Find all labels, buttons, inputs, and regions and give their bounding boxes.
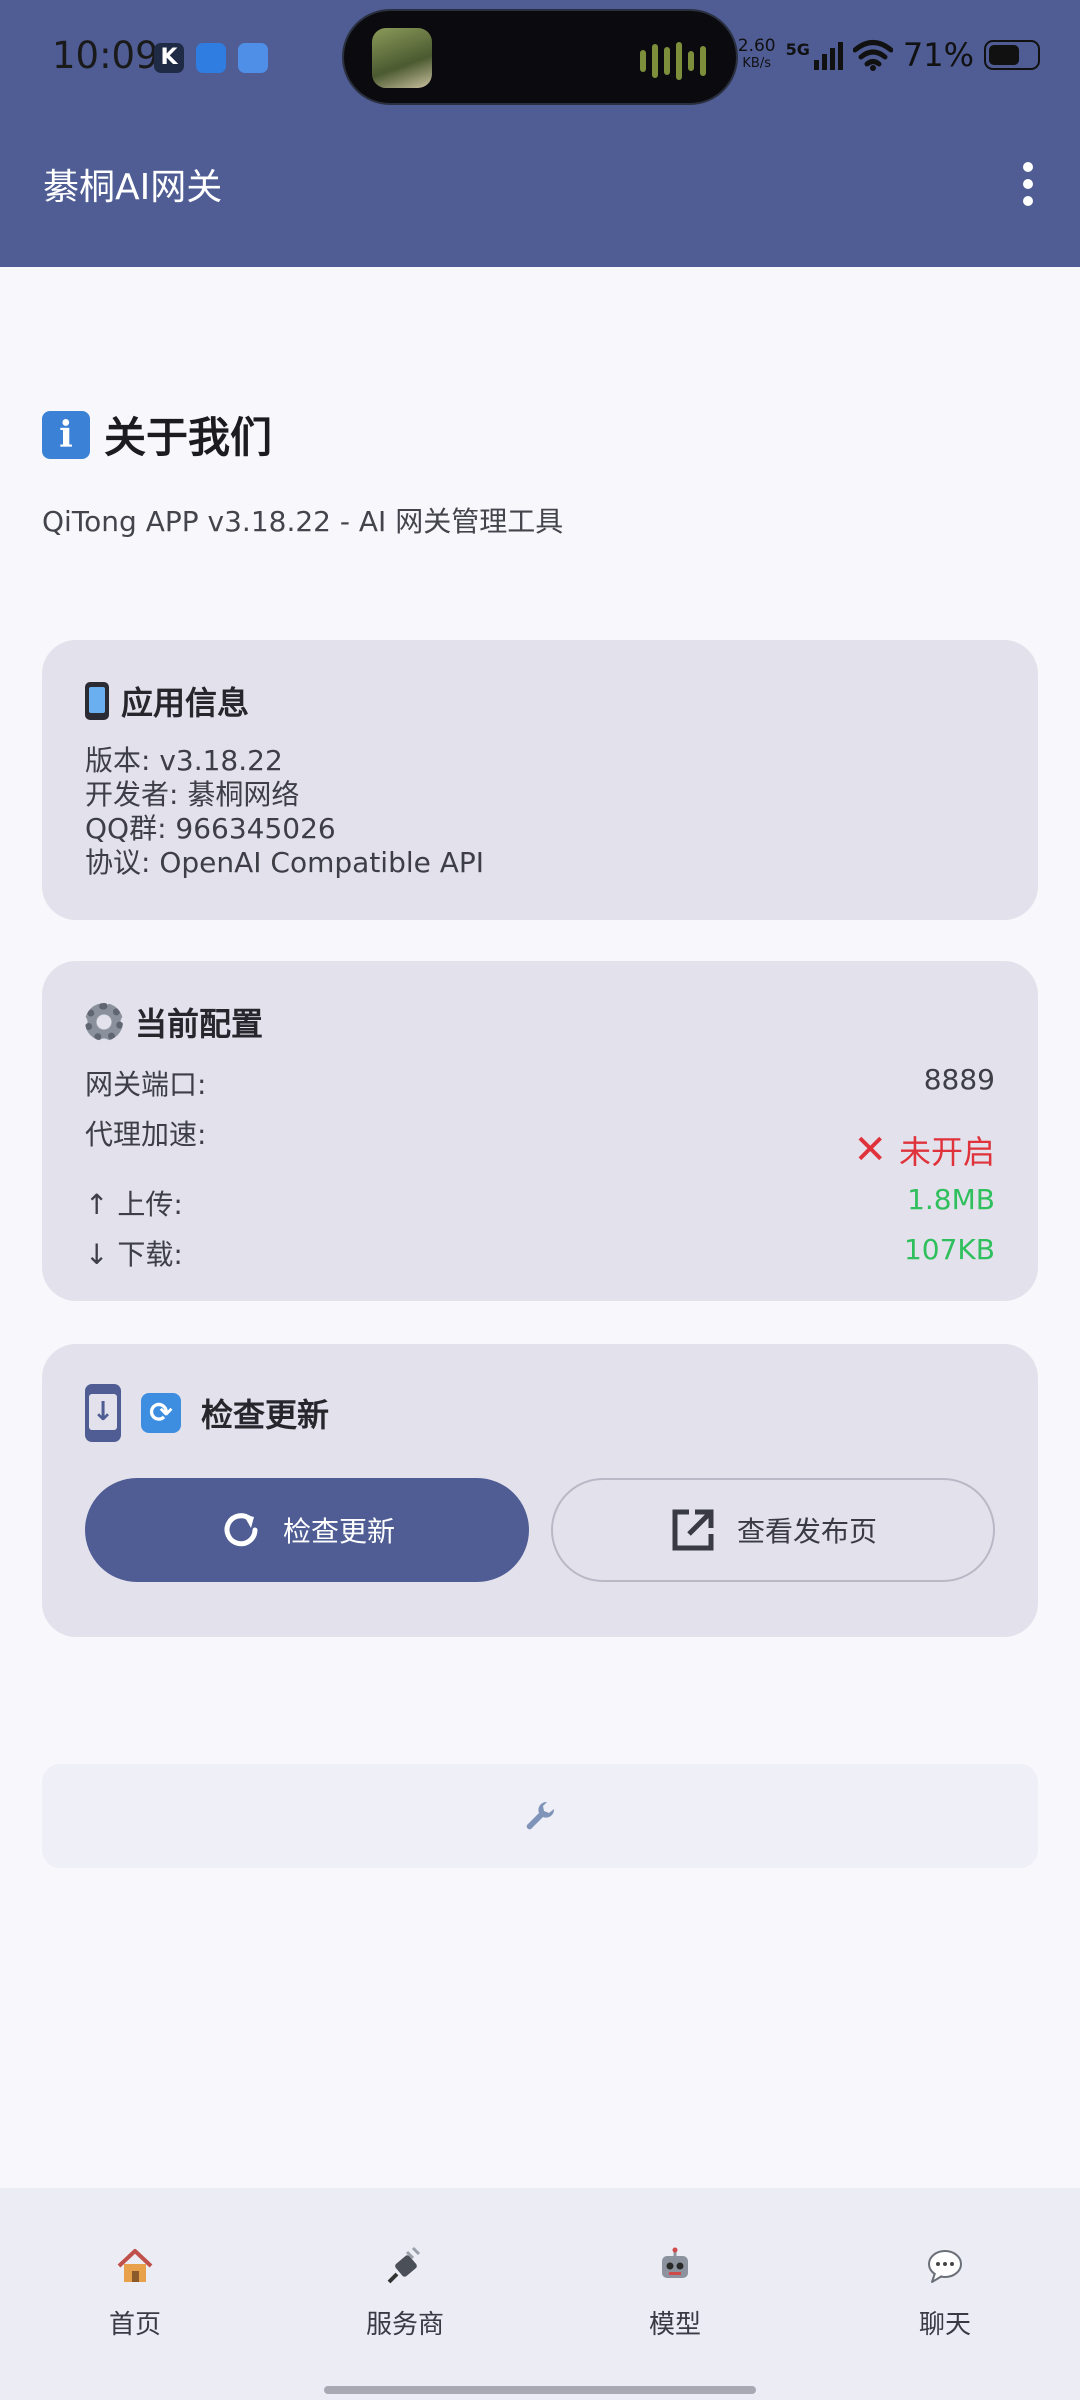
protocol-line: 协议: OpenAI Compatible API	[85, 846, 485, 879]
nav-chat[interactable]: 聊天	[810, 2188, 1080, 2400]
check-update-button[interactable]: 检查更新	[85, 1478, 529, 1582]
status-indicators: 2.60 KB/s 5G 71%	[738, 36, 1040, 74]
audio-wave-icon	[640, 41, 706, 81]
nav-providers-label: 服务商	[365, 2310, 444, 2340]
gateway-port-value: 8889	[923, 1063, 995, 1096]
current-config-card: 当前配置 网关端口: 8889 代理加速: ✕ 未开启 ↑ 上传: 1.8MB …	[42, 961, 1038, 1301]
more-options-icon[interactable]	[1016, 162, 1040, 206]
about-heading: i 关于我们	[42, 404, 272, 465]
app-info-title: 应用信息	[85, 678, 995, 724]
download-row: ↓ 下载: 107KB	[85, 1233, 995, 1273]
network-type: 5G	[785, 40, 810, 59]
robot-icon	[662, 2247, 688, 2278]
refresh-emoji-icon: ⟳	[141, 1393, 181, 1433]
download-value: 107KB	[903, 1233, 995, 1266]
nav-models-label: 模型	[648, 2310, 701, 2340]
nav-models[interactable]: 模型	[540, 2188, 810, 2400]
gateway-port-label: 网关端口:	[85, 1068, 207, 1101]
update-title: ⟳ 检查更新	[85, 1384, 995, 1442]
house-icon	[117, 2249, 153, 2282]
k-app-icon: K	[154, 43, 184, 73]
upload-value: 1.8MB	[907, 1183, 995, 1216]
mobile-phone-icon	[85, 682, 109, 720]
open-external-icon	[672, 1509, 714, 1551]
proxy-status: ✕ 未开启	[853, 1127, 995, 1173]
nav-chat-label: 聊天	[918, 2310, 971, 2340]
gateway-port-row: 网关端口: 8889	[85, 1063, 995, 1103]
nav-home-label: 首页	[108, 2310, 161, 2340]
view-release-button[interactable]: 查看发布页	[550, 1478, 995, 1582]
app-info-lines: 版本: v3.18.22 开发者: 綦桐网络 QQ群: 966345026 协议…	[85, 744, 995, 880]
proxy-status-text: 未开启	[898, 1133, 995, 1171]
plug-icon	[387, 2246, 421, 2284]
config-title: 当前配置	[85, 999, 995, 1045]
wrench-icon	[526, 1801, 555, 1830]
check-update-label: 检查更新	[282, 1515, 395, 1548]
version-line: 版本: v3.18.22	[85, 744, 283, 777]
app-update-icon	[85, 1384, 121, 1442]
bottom-navigation: 首页 服务商 模型 聊天	[0, 2188, 1080, 2400]
camera-notification-icon	[238, 43, 268, 73]
app-header: 10:09 K 2.60 KB/s 5G 71% 綦桐AI网关	[0, 0, 1080, 267]
app-notification-icon	[196, 43, 226, 73]
battery-percent: 71%	[902, 36, 974, 74]
gear-icon	[85, 1003, 123, 1041]
update-card: ⟳ 检查更新 检查更新 查看发布页	[42, 1344, 1038, 1637]
app-info-card: 应用信息 版本: v3.18.22 开发者: 綦桐网络 QQ群: 9663450…	[42, 640, 1038, 920]
gesture-home-bar[interactable]	[324, 2386, 756, 2394]
download-label: ↓ 下载:	[85, 1238, 183, 1271]
page-title: 关于我们	[104, 413, 273, 462]
battery-icon	[984, 40, 1040, 70]
upload-label: ↑ 上传:	[85, 1188, 183, 1221]
refresh-icon	[224, 1513, 258, 1547]
view-release-label: 查看发布页	[736, 1515, 877, 1548]
proxy-row: 代理加速: ✕ 未开启	[85, 1113, 995, 1173]
qq-group-line: QQ群: 966345026	[85, 812, 336, 845]
app-subtitle: QiTong APP v3.18.22 - AI 网关管理工具	[42, 505, 564, 538]
cellular-signal-icon	[813, 40, 843, 70]
nav-providers[interactable]: 服务商	[270, 2188, 540, 2400]
notification-icons: K	[154, 43, 268, 73]
app-title: 綦桐AI网关	[43, 167, 223, 208]
proxy-label: 代理加速:	[85, 1118, 207, 1151]
cross-mark-icon: ✕	[853, 1127, 887, 1173]
developer-line: 开发者: 綦桐网络	[85, 778, 300, 811]
status-time: 10:09	[52, 34, 159, 77]
nav-home[interactable]: 首页	[0, 2188, 270, 2400]
network-speed: 2.60 KB/s	[737, 36, 776, 72]
update-buttons: 检查更新 查看发布页	[85, 1478, 995, 1582]
info-icon: i	[42, 410, 90, 459]
media-thumbnail	[372, 28, 432, 88]
upload-row: ↑ 上传: 1.8MB	[85, 1183, 995, 1223]
tools-panel[interactable]	[42, 1764, 1038, 1868]
media-island[interactable]	[342, 9, 738, 105]
speech-bubble-icon	[928, 2250, 962, 2283]
wifi-icon	[852, 40, 893, 71]
